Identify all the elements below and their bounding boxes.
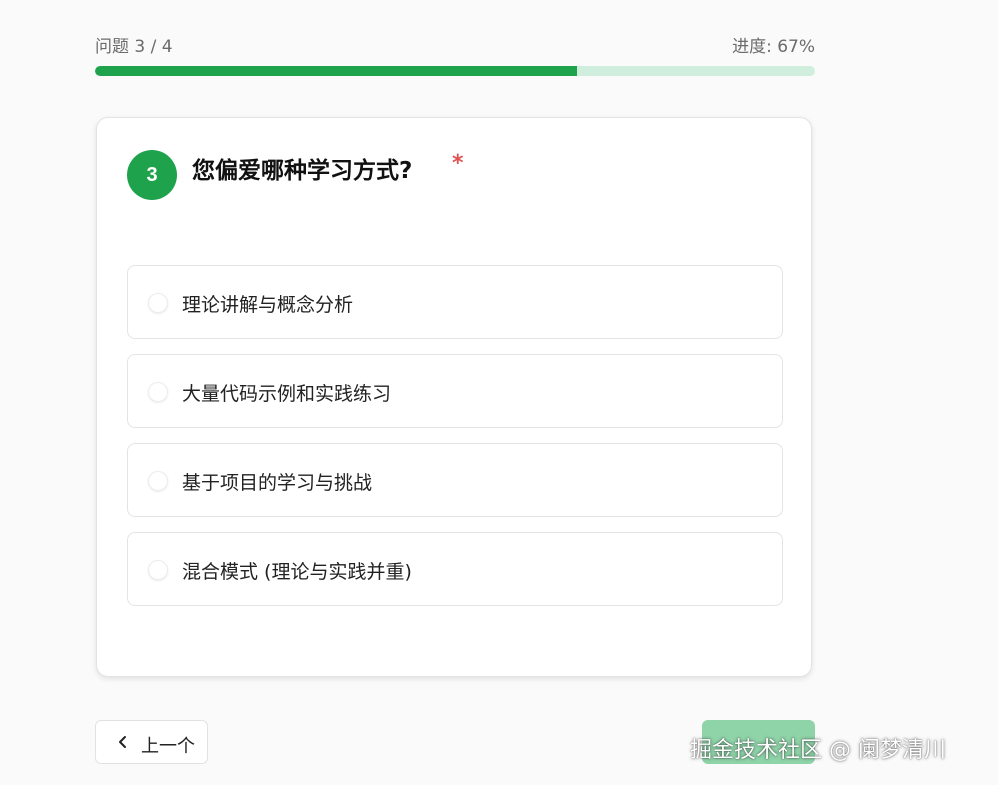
previous-button-label: 上一个 bbox=[141, 736, 195, 757]
radio-button[interactable] bbox=[148, 382, 168, 402]
question-card: 3 您偏爱哪种学习方式? * 理论讲解与概念分析 大量代码示例和实践练习 基于项… bbox=[96, 117, 812, 677]
progress-header: 问题 3 / 4 进度: 67% bbox=[95, 30, 815, 78]
option-item[interactable]: 混合模式 (理论与实践并重) bbox=[127, 532, 783, 606]
option-item[interactable]: 理论讲解与概念分析 bbox=[127, 265, 783, 339]
question-title: 您偏爱哪种学习方式? bbox=[192, 158, 413, 184]
radio-button[interactable] bbox=[148, 560, 168, 580]
option-item[interactable]: 基于项目的学习与挑战 bbox=[127, 443, 783, 517]
progress-bar-fill bbox=[95, 66, 578, 76]
progress-bar bbox=[95, 66, 815, 76]
progress-label: 进度: 67% bbox=[732, 37, 815, 57]
option-label: 基于项目的学习与挑战 bbox=[182, 472, 373, 494]
required-indicator: * bbox=[452, 151, 464, 176]
options-list: 理论讲解与概念分析 大量代码示例和实践练习 基于项目的学习与挑战 混合模式 (理… bbox=[127, 265, 783, 621]
previous-button[interactable]: 上一个 bbox=[95, 720, 208, 764]
option-label: 大量代码示例和实践练习 bbox=[182, 383, 392, 405]
option-label: 混合模式 (理论与实践并重) bbox=[182, 561, 412, 583]
next-button[interactable] bbox=[702, 720, 815, 764]
option-item[interactable]: 大量代码示例和实践练习 bbox=[127, 354, 783, 428]
radio-button[interactable] bbox=[148, 471, 168, 491]
question-counter: 问题 3 / 4 bbox=[95, 37, 173, 57]
option-label: 理论讲解与概念分析 bbox=[182, 294, 354, 316]
radio-button[interactable] bbox=[148, 293, 168, 313]
chevron-left-icon bbox=[119, 736, 126, 748]
question-number-badge: 3 bbox=[127, 150, 177, 200]
